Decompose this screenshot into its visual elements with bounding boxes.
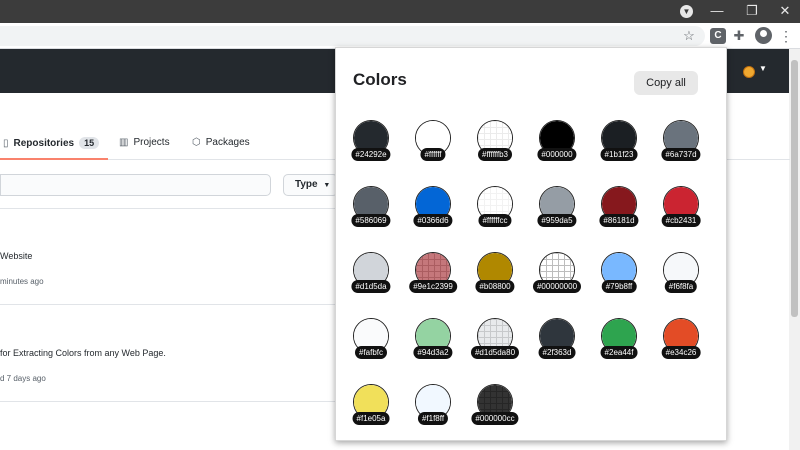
type-filter-button[interactable]: Type ▼	[283, 174, 338, 196]
color-swatch[interactable]: #f1f8ff	[398, 384, 468, 434]
color-swatch[interactable]: #cb2431	[646, 186, 716, 236]
swatch-hex-label: #e34c26	[661, 346, 701, 359]
color-swatch[interactable]: #ffffffcc	[460, 186, 530, 236]
swatch-hex-label: #b08800	[475, 280, 515, 293]
divider	[0, 208, 335, 209]
color-swatch[interactable]: #ffffffb3	[460, 120, 530, 170]
swatch-hex-label: #d1d5da	[351, 280, 391, 293]
swatch-hex-label: #86181d	[599, 214, 639, 227]
active-tab-indicator	[0, 158, 108, 160]
color-swatch[interactable]: #fafbfc	[336, 318, 406, 368]
swatch-hex-label: #9e1c2399	[409, 280, 457, 293]
color-swatch[interactable]: #6a737d	[646, 120, 716, 170]
swatch-hex-label: #d1d5da80	[470, 346, 520, 359]
swatch-hex-label: #fafbfc	[354, 346, 388, 359]
color-swatch[interactable]: #f1e05a	[336, 384, 406, 434]
minimize-button[interactable]: —	[697, 0, 737, 23]
type-filter-label: Type	[295, 179, 318, 190]
color-swatch[interactable]: #000000cc	[460, 384, 530, 434]
color-swatch[interactable]: #0366d6	[398, 186, 468, 236]
address-bar: ☆ ✚ ⋮	[0, 23, 800, 49]
chevron-down-icon: ▼	[323, 182, 331, 189]
color-swatch[interactable]: #79b8ff	[584, 252, 654, 302]
repo-updated: d 7 days ago	[0, 374, 46, 383]
browser-titlebar: ▼ — ❐ ✕	[0, 0, 800, 23]
star-icon[interactable]: ☆	[680, 27, 698, 45]
project-icon: ▥	[119, 137, 129, 148]
color-swatch[interactable]: #d1d5da	[336, 252, 406, 302]
color-swatch[interactable]: #ffffff	[398, 120, 468, 170]
swatch-hex-label: #ffffffb3	[478, 148, 512, 161]
swatch-hex-label: #f1f8ff	[417, 412, 449, 425]
close-window-button[interactable]: ✕	[765, 0, 800, 23]
find-repository-input[interactable]	[0, 174, 271, 196]
tab-packages[interactable]: ⬡ Packages	[192, 137, 250, 148]
puzzle-icon[interactable]: ✚	[730, 27, 748, 45]
swatch-hex-label: #959da5	[537, 214, 577, 227]
swatch-hex-label: #f1e05a	[352, 412, 390, 425]
tab-projects[interactable]: ▥ Projects	[119, 137, 170, 148]
swatch-hex-label: #f6f8fa	[664, 280, 698, 293]
color-swatch[interactable]: #d1d5da80	[460, 318, 530, 368]
swatch-hex-label: #00000000	[532, 280, 582, 293]
color-extractor-popup: Colors Copy all #24292e #ffffff #ffffffb3 #…	[335, 47, 727, 441]
color-swatch[interactable]: #f6f8fa	[646, 252, 716, 302]
copy-all-button[interactable]: Copy all	[634, 71, 698, 95]
color-swatch[interactable]: #24292e	[336, 120, 406, 170]
swatch-hex-label: #586069	[351, 214, 391, 227]
repo-count-badge: 15	[79, 137, 100, 149]
tab-repositories[interactable]: ▯ Repositories 15	[3, 137, 100, 149]
color-swatch[interactable]: #9e1c2399	[398, 252, 468, 302]
popup-title: Colors	[353, 70, 407, 89]
swatch-hex-label: #ffffffcc	[478, 214, 512, 227]
package-icon: ⬡	[192, 137, 201, 148]
repo-description: Website	[0, 251, 33, 261]
swatch-hex-label: #2f363d	[538, 346, 576, 359]
chrome-profile-icon[interactable]: ▼	[680, 5, 693, 18]
color-swatch[interactable]: #94d3a2	[398, 318, 468, 368]
swatch-hex-label: #0366d6	[413, 214, 453, 227]
color-swatch[interactable]: #b08800	[460, 252, 530, 302]
tab-label: Repositories	[13, 137, 75, 149]
account-icon[interactable]	[755, 27, 772, 44]
extension-c-icon[interactable]: C	[710, 28, 726, 44]
menu-dots-icon[interactable]: ⋮	[777, 27, 795, 45]
swatch-hex-label: #79b8ff	[601, 280, 637, 293]
scrollbar-thumb[interactable]	[791, 60, 798, 317]
swatch-hex-label: #6a737d	[661, 148, 701, 161]
color-swatch[interactable]: #00000000	[522, 252, 592, 302]
repo-icon: ▯	[3, 137, 9, 149]
color-swatch[interactable]: #959da5	[522, 186, 592, 236]
swatch-hex-label: #24292e	[351, 148, 391, 161]
color-swatch[interactable]: #86181d	[584, 186, 654, 236]
swatch-hex-label: #94d3a2	[413, 346, 453, 359]
repo-updated: minutes ago	[0, 277, 44, 286]
tab-label: Projects	[133, 137, 170, 148]
chevron-down-icon[interactable]: ▼	[759, 64, 767, 73]
swatch-hex-label: #ffffff	[420, 148, 446, 161]
color-swatch[interactable]: #586069	[336, 186, 406, 236]
color-swatch[interactable]: #1b1f23	[584, 120, 654, 170]
divider	[0, 401, 335, 402]
swatch-hex-label: #1b1f23	[600, 148, 638, 161]
tab-label: Packages	[205, 137, 250, 148]
color-swatch[interactable]: #000000	[522, 120, 592, 170]
color-swatch[interactable]: #e34c26	[646, 318, 716, 368]
swatch-hex-label: #cb2431	[661, 214, 701, 227]
swatch-hex-label: #000000cc	[471, 412, 519, 425]
swatch-hex-label: #2ea44f	[600, 346, 638, 359]
divider	[0, 304, 335, 305]
swatch-hex-label: #000000	[537, 148, 577, 161]
url-field[interactable]	[0, 26, 705, 46]
color-swatch[interactable]: #2ea44f	[584, 318, 654, 368]
color-swatch[interactable]: #2f363d	[522, 318, 592, 368]
user-avatar[interactable]	[743, 66, 755, 78]
repo-description: for Extracting Colors from any Web Page.	[0, 348, 166, 358]
